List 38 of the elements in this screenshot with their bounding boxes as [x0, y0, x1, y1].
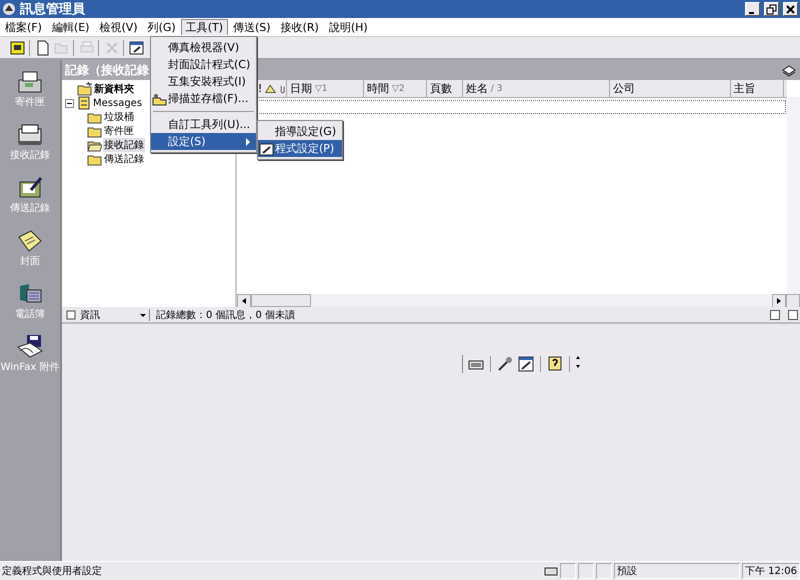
column-header[interactable]: 時間 ▽2 [364, 80, 428, 97]
menu-item[interactable]: 說明(H) [324, 18, 373, 36]
menu-option[interactable]: 設定(S) [151, 133, 256, 150]
menu-option[interactable]: 自訂工具列(U)... [151, 116, 256, 133]
tree-item[interactable]: Messages [92, 98, 144, 108]
menu-item[interactable]: 編輯(E) [46, 18, 94, 36]
column-header[interactable]: 頁數 [427, 80, 463, 97]
menu-item[interactable]: 接收(R) [276, 18, 324, 36]
menu-option[interactable]: 傳真檢視器(V) [151, 39, 256, 56]
column-header[interactable]: 日期 ▽1 [286, 80, 364, 97]
pane-title: 記錄（接收記錄 [65, 62, 149, 78]
sort-indicator: ▽1 [314, 84, 328, 94]
menu-item[interactable]: 檔案(F) [0, 18, 47, 36]
menu-item[interactable]: 檢視(V) [94, 18, 143, 36]
tree-item[interactable]: 接收記錄 [103, 138, 145, 152]
column-header[interactable]: 公司 [610, 80, 731, 97]
menu-option[interactable]: 封面設計程式(C) [151, 56, 256, 73]
tree-item[interactable]: 垃圾桶 [103, 110, 135, 124]
status-profile: 預設 [614, 563, 740, 579]
tree-item[interactable]: 傳送記錄 [103, 152, 145, 166]
sort-indicator: ▽2 [392, 84, 405, 94]
record-summary: 記錄總數：0 個訊息，0 個未讀 [156, 308, 296, 322]
info-dropdown[interactable]: 資訊 [64, 308, 150, 320]
status-clock: 下午 12:06 [742, 563, 800, 579]
column-header[interactable]: 主旨 [730, 80, 784, 97]
menu-option[interactable]: 程式設定(P) [258, 140, 342, 157]
column-header[interactable]: 姓名 / 3 [462, 80, 610, 97]
menu-item[interactable]: 列(G) [142, 18, 181, 36]
window-title: 訊息管理員 [20, 1, 86, 18]
status-message: 定義程式與使用者設定 [1, 564, 103, 578]
menu-option[interactable]: 掃描並存檔(F)... [151, 90, 256, 107]
menu-item[interactable]: 工具(T) [180, 19, 228, 35]
tree-item[interactable]: 寄件匣 [103, 124, 135, 138]
sort-indicator: / 3 [490, 84, 502, 94]
menu-option[interactable]: 互集安裝程式(I) [151, 73, 256, 90]
menu-item[interactable]: 傳送(S) [228, 18, 276, 36]
tree-item[interactable]: 新資料夾 [93, 82, 135, 96]
menu-option[interactable]: 指導設定(G) [258, 123, 342, 140]
